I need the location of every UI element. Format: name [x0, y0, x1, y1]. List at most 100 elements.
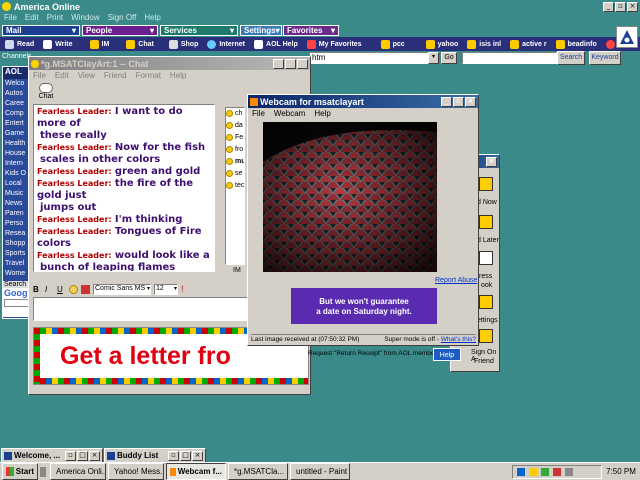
chat-button[interactable]: Chat: [126, 39, 154, 49]
taskbar-aol[interactable]: America Onli...: [50, 463, 106, 480]
people-list[interactable]: ch da Fe fro mu se tec: [225, 107, 245, 265]
person-item[interactable]: Fe: [226, 132, 244, 144]
tab-people[interactable]: People ▾: [82, 25, 158, 36]
report-abuse-link[interactable]: Report Abuse: [435, 277, 477, 284]
screen-name[interactable]: Fearless Leader:: [37, 227, 112, 236]
chat-menu-view[interactable]: View: [78, 71, 95, 80]
channel-item[interactable]: Music: [3, 189, 31, 199]
font-select[interactable]: Comic Sans MS ▾: [93, 283, 151, 295]
minimized-buddy-list[interactable]: Buddy List ▫ □ ×: [104, 448, 206, 463]
sign-on-friend-icon[interactable]: [479, 329, 493, 343]
screen-name[interactable]: Fearless Leader:: [37, 143, 112, 152]
chat-menu-file[interactable]: File: [33, 71, 46, 80]
chat-menu-format[interactable]: Format: [136, 71, 161, 80]
screen-name[interactable]: Fearless Leader:: [37, 179, 112, 188]
aol-help-button[interactable]: AOL Help: [254, 39, 298, 49]
channel-item[interactable]: Wome: [3, 269, 31, 279]
underline-button[interactable]: U: [57, 285, 66, 294]
bold-button[interactable]: B: [33, 285, 42, 294]
smiley-icon[interactable]: [69, 284, 78, 294]
webcam-titlebar[interactable]: Webcam for msatclayart _ ▫ ×: [248, 95, 478, 108]
aol-logo[interactable]: [616, 26, 638, 48]
restore-button[interactable]: ▫: [65, 450, 76, 461]
buddy-close-button[interactable]: ×: [486, 156, 497, 167]
channel-item[interactable]: Intern: [3, 159, 31, 169]
fav-yahoo[interactable]: yahoo: [425, 39, 458, 49]
taskbar-paint[interactable]: untitled - Paint: [290, 463, 350, 480]
channel-item[interactable]: Autos: [3, 89, 31, 99]
maximize-button[interactable]: ▫: [615, 1, 626, 12]
address-dropdown[interactable]: ▾: [428, 52, 439, 64]
maximize-button[interactable]: □: [180, 450, 191, 461]
menu-file[interactable]: File: [4, 13, 17, 24]
menu-edit[interactable]: Edit: [25, 13, 39, 24]
fav-active[interactable]: active r: [510, 39, 547, 49]
color-icon[interactable]: [81, 284, 90, 294]
send-now-label[interactable]: d Now: [477, 199, 497, 206]
maximize-button[interactable]: □: [77, 450, 88, 461]
friend-label[interactable]: Friend: [474, 358, 494, 365]
channel-item[interactable]: Welco: [3, 79, 31, 89]
menu-window[interactable]: Window: [71, 13, 99, 24]
webcam-menu-webcam[interactable]: Webcam: [274, 109, 305, 118]
tab-mail[interactable]: Mail ▾: [2, 25, 80, 36]
tray-icon-volume[interactable]: [565, 467, 573, 476]
chat-log[interactable]: Fearless Leader: I want to do more of the…: [33, 104, 215, 272]
im-button[interactable]: IM: [89, 39, 109, 49]
screen-name[interactable]: Fearless Leader:: [37, 251, 112, 260]
minimize-button[interactable]: _: [603, 1, 614, 12]
webcam-ad[interactable]: But we won't guarantee a date on Saturda…: [291, 288, 437, 324]
italic-button[interactable]: I: [45, 285, 54, 294]
channel-item[interactable]: Entert: [3, 119, 31, 129]
highlight-icon[interactable]: !: [181, 284, 184, 294]
minimized-welcome[interactable]: Welcome, ... ▫ □ ×: [1, 448, 103, 463]
taskbar-webcam[interactable]: Webcam f...: [166, 463, 226, 480]
quick-launch-icon[interactable]: [40, 466, 46, 477]
channel-item[interactable]: Health: [3, 139, 31, 149]
restore-button[interactable]: ▫: [168, 450, 179, 461]
chat-toolbar-button[interactable]: Chat: [36, 83, 56, 100]
read-button[interactable]: Read: [5, 39, 34, 49]
tab-settings[interactable]: Settings ▾: [240, 25, 282, 36]
chat-minimize-button[interactable]: _: [273, 58, 284, 69]
receipt-help-button[interactable]: Help: [433, 348, 461, 361]
tray-icon-network[interactable]: [517, 467, 525, 476]
taskbar-chat[interactable]: *g.MSATCla...: [228, 463, 288, 480]
size-select[interactable]: 12 ▾: [154, 283, 178, 295]
close-button[interactable]: ×: [89, 450, 100, 461]
google-input[interactable]: [4, 299, 30, 307]
webcam-minimize-button[interactable]: _: [441, 96, 452, 107]
person-item[interactable]: da: [226, 120, 244, 132]
whats-this-link[interactable]: What's this?: [441, 336, 476, 343]
search-input[interactable]: [462, 52, 557, 64]
channel-item[interactable]: News: [3, 199, 31, 209]
taskbar-yahoo[interactable]: Yahoo! Mess...: [108, 463, 164, 480]
search-button[interactable]: Search: [557, 51, 585, 65]
screen-name[interactable]: Fearless Leader:: [37, 167, 112, 176]
channel-item[interactable]: Caree: [3, 99, 31, 109]
tray-icon-word[interactable]: [541, 467, 549, 476]
tray-icon-aol[interactable]: [529, 467, 537, 476]
address-input[interactable]: htm: [309, 52, 439, 64]
settings-icon[interactable]: [479, 295, 493, 309]
chat-close-button[interactable]: ×: [297, 58, 308, 69]
channel-item[interactable]: Game: [3, 129, 31, 139]
chat-maximize-button[interactable]: ▫: [285, 58, 296, 69]
webcam-menu-help[interactable]: Help: [314, 109, 330, 118]
chat-menu-edit[interactable]: Edit: [55, 71, 69, 80]
address-book-icon[interactable]: [479, 251, 493, 265]
channel-item[interactable]: House: [3, 149, 31, 159]
go-button[interactable]: Go: [441, 52, 457, 64]
send-later-icon[interactable]: [479, 215, 493, 229]
send-now-icon[interactable]: [479, 177, 493, 191]
write-button[interactable]: Write: [43, 39, 73, 49]
webcam-maximize-button[interactable]: ▫: [453, 96, 464, 107]
menu-signoff[interactable]: Sign Off: [108, 13, 137, 24]
screen-name[interactable]: Fearless Leader:: [37, 215, 112, 224]
channel-item[interactable]: Comp: [3, 109, 31, 119]
my-favorites-button[interactable]: My Favorites: [306, 39, 362, 49]
channel-item[interactable]: Resea: [3, 229, 31, 239]
person-item[interactable]: se: [226, 168, 244, 180]
tray-icon-media[interactable]: [553, 467, 561, 476]
channel-item[interactable]: Local: [3, 179, 31, 189]
